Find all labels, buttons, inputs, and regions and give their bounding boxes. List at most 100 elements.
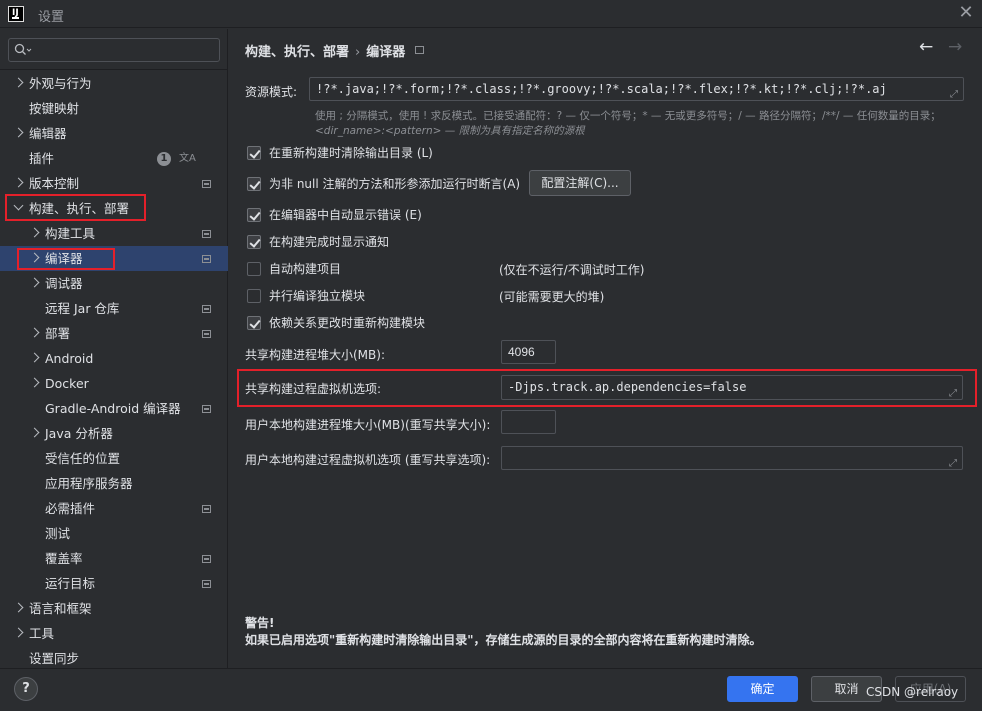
sidebar-item-label: 语言和框架 [29,601,92,616]
highlight-box-compiler [17,248,115,270]
close-icon[interactable]: ✕ [956,3,976,23]
resource-patterns-value: !?*.java;!?*.form;!?*.class;!?*.groovy;!… [316,82,887,96]
highlight-box-build [5,194,146,221]
sidebar-item[interactable]: 调试器 [0,271,228,296]
project-scope-icon [202,330,211,338]
option-checkbox[interactable] [247,262,261,276]
settings-content: 构建、执行、部署 › 编译器 ← → 资源模式: !?*.java;!?*.form… [229,29,982,668]
search-input[interactable] [8,38,220,62]
sidebar-item[interactable]: 编辑器 [0,121,228,146]
sidebar-item-label: Android [45,351,94,366]
project-scope-icon [202,305,211,313]
sidebar-item[interactable]: 覆盖率 [0,546,228,571]
sidebar-item[interactable]: Docker [0,371,228,396]
option-checkbox[interactable] [247,177,261,191]
sidebar-item[interactable]: 工具 [0,621,228,646]
sidebar-divider [0,69,228,70]
help-button[interactable]: ? [14,677,38,701]
sidebar-item[interactable]: 插件 1 文A [0,146,228,171]
sidebar-item[interactable]: Java 分析器 [0,421,228,446]
sidebar-item[interactable]: 必需插件 [0,496,228,521]
vm-options-input[interactable]: -Djps.track.ap.dependencies=false ⤢ [501,375,963,400]
chevron-right-icon[interactable] [29,277,40,288]
title-bar: IJ 设置 ✕ [0,0,982,28]
chevron-right-icon[interactable] [29,427,40,438]
warning-text: 如果已启用选项"重新构建时清除输出目录"，存储生成源的目录的全部内容将在重新构建… [245,633,762,647]
option-checkbox[interactable] [247,235,261,249]
option-checkbox[interactable] [247,289,261,303]
chevron-right-icon[interactable] [13,627,24,638]
chevron-right-icon[interactable] [13,127,24,138]
sidebar-item[interactable]: 版本控制 [0,171,228,196]
project-scope-icon [202,180,211,188]
option-label[interactable]: 并行编译独立模块 [269,288,365,304]
sidebar-item[interactable]: 受信任的位置 [0,446,228,471]
option-note: (仅在不运行/不调试时工作) [499,263,645,277]
translate-icon: 文A [179,153,196,164]
sidebar-item[interactable]: 外观与行为 [0,71,228,96]
sidebar-item-label: 受信任的位置 [45,451,121,466]
chevron-right-icon[interactable] [13,77,24,88]
heap-size-label: 共享构建进程堆大小(MB): [245,348,385,362]
option-label[interactable]: 自动构建项目 [269,261,341,277]
sidebar-item-label: 测试 [45,526,71,541]
chevron-right-icon[interactable] [13,602,24,613]
heap-size-input[interactable]: 4096 [501,340,556,364]
breadcrumb-parent[interactable]: 构建、执行、部署 [245,45,349,60]
option-checkbox[interactable] [247,316,261,330]
sidebar-item-label: 远程 Jar 仓库 [45,301,120,316]
project-scope-icon [202,580,211,588]
chevron-right-icon[interactable] [29,227,40,238]
sidebar-item[interactable]: 应用程序服务器 [0,471,228,496]
sidebar-item[interactable]: 远程 Jar 仓库 [0,296,228,321]
sidebar-item-label: Java 分析器 [45,426,113,441]
chevron-right-icon[interactable] [29,377,40,388]
expand-icon[interactable]: ⤢ [949,453,957,469]
option-label[interactable]: 在编辑器中自动显示错误 (E) [269,207,422,223]
chevron-right-icon[interactable] [29,327,40,338]
sidebar-item[interactable]: 构建工具 [0,221,228,246]
update-count-badge: 1 [157,152,171,166]
configure-annotations-button[interactable]: 配置注解(C)... [529,170,631,196]
sidebar-item[interactable]: 部署 [0,321,228,346]
user-heap-input[interactable] [501,410,556,434]
sidebar-item[interactable]: Gradle-Android 编译器 [0,396,228,421]
project-scope-icon [202,505,211,513]
expand-icon[interactable]: ⤢ [950,84,958,100]
option-label[interactable]: 为非 null 注解的方法和形参添加运行时断言(A) [269,176,520,192]
sidebar-item-label: 应用程序服务器 [45,476,133,491]
option-checkbox[interactable] [247,208,261,222]
project-scope-icon [202,405,211,413]
expand-icon[interactable]: ⤢ [949,382,957,399]
breadcrumb-separator: › [355,45,361,60]
sidebar-item-label: 调试器 [45,276,83,291]
sidebar-item-label: Gradle-Android 编译器 [45,401,181,416]
sidebar-item[interactable]: 运行目标 [0,571,228,596]
chevron-right-icon[interactable] [29,352,40,363]
ok-button[interactable]: 确定 [727,676,798,702]
csdn-watermark: CSDN @relraoy [866,685,959,699]
back-arrow-icon[interactable]: ← [919,37,933,57]
user-vm-options-input[interactable]: ⤢ [501,446,963,470]
option-label[interactable]: 在重新构建时清除输出目录 (L) [269,145,433,161]
sidebar-item-label: 按键映射 [29,101,80,116]
option-label[interactable]: 在构建完成时显示通知 [269,234,389,250]
sidebar-item-label: Docker [45,376,89,391]
sidebar-item[interactable]: 按键映射 [0,96,228,121]
chevron-right-icon[interactable] [13,177,24,188]
sidebar-item[interactable]: 测试 [0,521,228,546]
sidebar-item-label: 运行目标 [45,576,96,591]
forward-arrow-icon[interactable]: → [948,37,962,57]
intellij-logo-icon: IJ [8,6,24,22]
option-label[interactable]: 依赖关系更改时重新构建模块 [269,315,425,331]
sidebar-item[interactable]: Android [0,346,228,371]
sidebar-item[interactable]: 语言和框架 [0,596,228,621]
user-vm-options-label: 用户本地构建过程虚拟机选项 (重写共享选项): [245,453,491,467]
resource-hint-line1: 使用 ; 分隔模式，使用 ! 求反模式。已接受通配符：? — 仅一个符号；* —… [315,110,941,122]
vm-options-value: -Djps.track.ap.dependencies=false [508,380,747,394]
sidebar-item-label: 版本控制 [29,176,80,191]
option-checkbox[interactable] [247,146,261,160]
vm-options-label: 共享构建过程虚拟机选项: [245,382,382,396]
resource-patterns-field[interactable]: !?*.java;!?*.form;!?*.class;!?*.groovy;!… [309,77,964,101]
sidebar-item-label: 覆盖率 [45,551,83,566]
